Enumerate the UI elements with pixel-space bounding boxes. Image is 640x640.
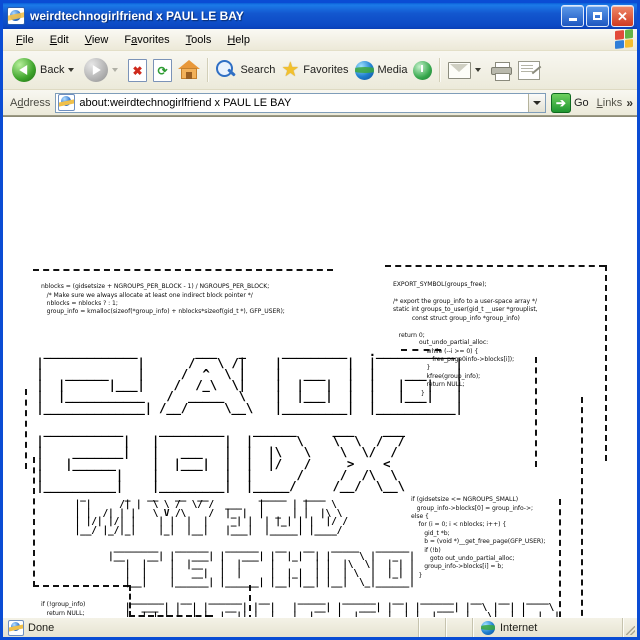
mail-icon <box>448 61 472 79</box>
print-button[interactable] <box>488 54 515 86</box>
favorites-button[interactable]: ★ Favorites <box>278 54 351 86</box>
window-title: weirdtechnogirlfriend x PAUL LE BAY <box>30 9 244 23</box>
refresh-icon: ⟳ <box>153 58 173 82</box>
history-button[interactable] <box>410 54 435 86</box>
refresh-button[interactable]: ⟳ <box>150 54 175 86</box>
home-icon <box>178 60 201 80</box>
maximize-button[interactable] <box>586 5 609 27</box>
ascii-art-subtitle: _ _ __ __ __ _____ ____ | | /| | \ \ / \… <box>74 490 560 617</box>
go-arrow-icon: ➔ <box>550 92 571 113</box>
forward-arrow-icon <box>84 58 109 82</box>
menu-item-help[interactable]: Help <box>219 32 258 48</box>
back-label: Back <box>40 64 65 76</box>
status-bar: Done Internet <box>3 617 637 637</box>
frame-dash-right <box>605 265 607 461</box>
menu-bar: FFileile Edit View Favorites Tools Help <box>3 29 637 51</box>
go-button[interactable]: ➔ Go <box>550 92 589 113</box>
status-text: Done <box>28 621 55 634</box>
security-zone-cell[interactable]: Internet <box>473 618 623 637</box>
ascii-art-canvas: nblocks = (gidsetsize + NGROUPS_PER_BLOC… <box>3 117 637 617</box>
star-icon: ★ <box>281 59 300 81</box>
frame-dash-right-2 <box>581 397 583 617</box>
title-bar: weirdtechnogirlfriend x PAUL LE BAY ✕ <box>3 3 637 29</box>
favorites-label: Favorites <box>303 64 349 76</box>
mail-button[interactable] <box>445 54 488 86</box>
internet-zone-icon <box>481 620 495 635</box>
home-button[interactable] <box>175 54 203 86</box>
address-dropdown-button[interactable] <box>527 93 545 112</box>
toolbar-overflow-chevron-icon[interactable]: » <box>626 96 633 110</box>
edit-page-icon <box>518 60 541 80</box>
links-button[interactable]: Links <box>597 97 623 109</box>
address-value: about:weirdtechnogirlfriend x PAUL LE BA… <box>79 96 292 109</box>
ascii-art-title: _____________ ___ _ _________ ._________… <box>36 343 463 493</box>
status-text-cell: Done <box>3 618 419 637</box>
frame-dash-top-right <box>385 265 605 267</box>
edit-button[interactable] <box>515 54 543 86</box>
status-segment-2 <box>446 618 473 637</box>
menu-item-tools[interactable]: Tools <box>178 32 220 48</box>
code-block-top-right: EXPORT_SYMBOL(groups_free); /* export th… <box>393 281 538 339</box>
search-label: Search <box>240 64 276 76</box>
page-icon <box>58 94 76 111</box>
resize-grip[interactable] <box>623 618 637 637</box>
stop-icon: ✖ <box>128 58 148 82</box>
security-zone-label: Internet <box>500 621 538 634</box>
code-block-top-left: nblocks = (gidsetsize + NGROUPS_PER_BLOC… <box>41 283 285 316</box>
stop-button[interactable]: ✖ <box>125 54 150 86</box>
search-button[interactable]: Search <box>213 54 278 86</box>
toolbar-separator-2 <box>439 58 442 82</box>
status-segment-1 <box>419 618 446 637</box>
close-button[interactable]: ✕ <box>611 5 634 27</box>
frame-dash-top-left <box>33 269 333 271</box>
back-history-chevron-down-icon[interactable] <box>68 68 75 72</box>
menu-item-view[interactable]: View <box>77 32 117 48</box>
menu-item-edit[interactable]: Edit <box>42 32 77 48</box>
close-icon: ✕ <box>617 8 628 24</box>
status-page-icon <box>8 619 24 636</box>
printer-icon <box>491 61 513 81</box>
mail-chevron-down-icon[interactable] <box>475 68 482 72</box>
search-icon <box>216 60 237 80</box>
page-content: nblocks = (gidsetsize + NGROUPS_PER_BLOC… <box>3 116 637 617</box>
media-globe-icon <box>354 60 374 80</box>
menu-item-favorites[interactable]: Favorites <box>116 32 177 48</box>
back-arrow-icon <box>12 58 36 82</box>
address-bar: Address about:weirdtechnogirlfriend x PA… <box>3 90 637 116</box>
windows-flag-icon <box>615 29 633 49</box>
forward-button[interactable] <box>81 54 125 86</box>
back-button[interactable]: Back <box>9 54 81 86</box>
frame-dash-left <box>25 389 27 469</box>
chevron-down-icon <box>532 100 541 105</box>
media-button[interactable]: Media <box>352 54 411 86</box>
address-label: Address <box>10 96 51 109</box>
history-icon <box>413 60 433 80</box>
window-controls: ✕ <box>561 5 634 27</box>
media-label: Media <box>377 64 408 76</box>
ie-document-icon <box>7 7 25 25</box>
minimize-button[interactable] <box>561 5 584 27</box>
browser-window: weirdtechnogirlfriend x PAUL LE BAY ✕ FF… <box>0 0 640 640</box>
menu-item-file[interactable]: FFileile <box>8 32 42 48</box>
navigation-toolbar: Back ✖ ⟳ Search ★ Favorites Media <box>3 51 637 90</box>
forward-history-chevron-down-icon[interactable] <box>112 68 119 72</box>
toolbar-separator <box>207 58 210 82</box>
address-input[interactable]: about:weirdtechnogirlfriend x PAUL LE BA… <box>55 92 546 113</box>
frame-dash-rcol-2 <box>535 357 537 467</box>
go-label: Go <box>573 96 589 109</box>
